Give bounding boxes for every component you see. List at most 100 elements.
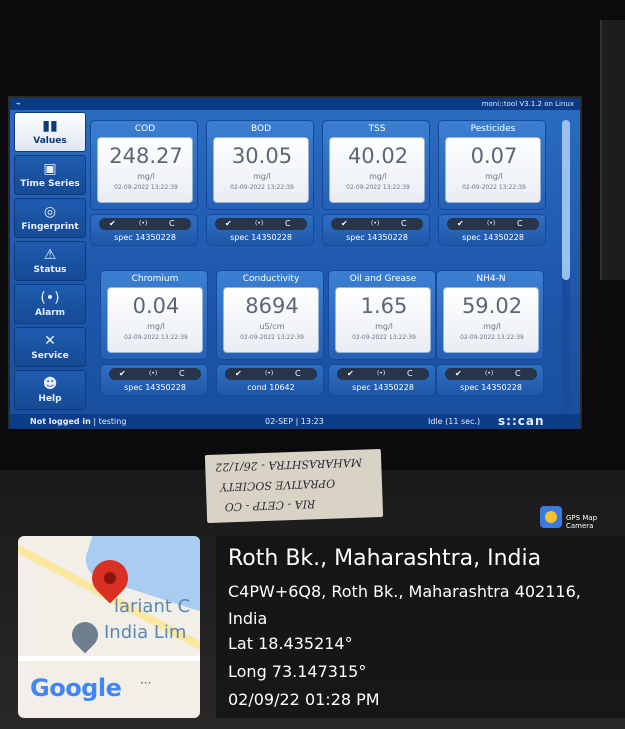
control-buttons: ✔ (•) C [331,218,423,230]
parameter-name: Pesticides [470,124,516,134]
signal-button[interactable]: (•) [377,368,385,380]
sensor-control-cod: ✔ (•) C spec 14350228 [90,214,198,246]
app-logo-icon: ⌁ [16,99,21,108]
calibrate-button[interactable]: C [515,368,521,380]
value-timestamp: 02-09-2022 13:22:39 [240,334,304,341]
confirm-button[interactable]: ✔ [109,218,116,230]
user-mode-text: | testing [93,417,127,426]
user-status-text: Not logged in [30,417,91,426]
place-name: Roth Bk., Maharashtra, India [228,546,542,571]
sensor-id: spec 14350228 [460,383,522,392]
value-unit: uS/cm [259,322,285,331]
calibrate-button[interactable]: C [179,368,185,380]
sensor-control-bod: ✔ (•) C spec 14350228 [206,214,314,246]
value-tile-tss[interactable]: TSS 40.02 mg/l 02-09-2022 13:22:39 [322,120,430,210]
value-unit: mg/l [147,322,165,331]
value-timestamp: 02-09-2022 13:22:39 [462,184,526,191]
confirm-button[interactable]: ✔ [341,218,348,230]
scrollbar-thumb[interactable] [562,120,570,280]
map-dots: ··· [140,676,152,690]
monitor-icon: ▣ [43,161,57,177]
map-label: lariant C [114,596,191,617]
parameter-name: Chromium [131,274,179,284]
sidebar-item-fingerprint[interactable]: ◎ Fingerprint [14,198,86,238]
confirm-button[interactable]: ✔ [347,368,354,380]
confirm-button[interactable]: ✔ [457,218,464,230]
value-tile-conductivity[interactable]: Conductivity 8694 uS/cm 02-09-2022 13:22… [216,270,324,360]
scrollbar[interactable] [562,120,570,410]
confirm-button[interactable]: ✔ [235,368,242,380]
value-tile-cod[interactable]: COD 248.27 mg/l 02-09-2022 13:22:39 [90,120,198,210]
window-title: moni::tool V3.1.2 on Linux [481,100,574,108]
measured-value: 30.05 [231,144,293,168]
value-unit: mg/l [137,172,155,181]
measured-value: 248.27 [109,144,183,168]
google-logo: Google [30,674,122,702]
calibrate-button[interactable]: C [401,218,407,230]
login-status[interactable]: Not logged in | testing [30,417,126,426]
sidebar-item-label: Values [33,136,67,146]
measured-value: 1.65 [360,294,408,318]
parameter-name: Conductivity [242,274,300,284]
signal-button[interactable]: (•) [265,368,273,380]
value-display: 0.04 mg/l 02-09-2022 13:22:39 [107,287,203,353]
parameter-name: NH4-N [476,274,506,284]
sidebar-item-label: Alarm [35,308,65,318]
value-display: 30.05 mg/l 02-09-2022 13:22:39 [213,137,309,203]
gps-overlay: lariant C India Lim Google ··· Roth Bk.,… [18,536,625,718]
parameter-name: Oil and Grease [349,274,417,284]
control-buttons: ✔ (•) C [337,368,429,380]
calibrate-button[interactable]: C [517,218,523,230]
sidebar-item-alarm[interactable]: (•) Alarm [14,284,86,324]
value-display: 8694 uS/cm 02-09-2022 13:22:39 [223,287,319,353]
parameter-name: BOD [250,124,272,134]
capture-datetime: 02/09/22 01:28 PM [228,690,380,709]
confirm-button[interactable]: ✔ [119,368,126,380]
sensor-control-oil-and-grease: ✔ (•) C spec 14350228 [328,364,436,396]
value-timestamp: 02-09-2022 13:22:39 [114,184,178,191]
sidebar-item-values[interactable]: ▮▮ Values [14,112,86,152]
bar-chart-icon: ▮▮ [42,118,58,134]
confirm-button[interactable]: ✔ [455,368,462,380]
signal-button[interactable]: (•) [149,368,157,380]
signal-button[interactable]: (•) [255,218,263,230]
signal-button[interactable]: (•) [139,218,147,230]
calibrate-button[interactable]: C [407,368,413,380]
value-tile-nh4-n[interactable]: NH4-N 59.02 mg/l 02-09-2022 13:22:39 [436,270,544,360]
calibrate-button[interactable]: C [169,218,175,230]
place-pin-icon [66,616,104,654]
sensor-control-chromium: ✔ (•) C spec 14350228 [100,364,208,396]
calibrate-button[interactable]: C [295,368,301,380]
value-display: 0.07 mg/l 02-09-2022 13:22:39 [445,137,541,203]
fingerprint-icon: ◎ [43,204,57,220]
sidebar-item-time-series[interactable]: ▣ Time Series [14,155,86,195]
sensor-id: spec 14350228 [114,233,176,242]
sidebar-item-help[interactable]: ☻ Help [14,370,86,410]
confirm-button[interactable]: ✔ [225,218,232,230]
handwritten-note: MAHARASHTRA - 26/1/22 OPRATIVE SOCIETY R… [204,448,384,524]
value-tile-pesticides[interactable]: Pesticides 0.07 mg/l 02-09-2022 13:22:39 [438,120,546,210]
signal-button[interactable]: (•) [485,368,493,380]
sensor-id: spec 14350228 [230,233,292,242]
status-bar: Not logged in | testing 02-SEP | 13:23 I… [10,414,580,429]
value-timestamp: 02-09-2022 13:22:39 [460,334,524,341]
note-line: MAHARASHTRA - 26/1/22 [215,455,363,474]
calibrate-button[interactable]: C [285,218,291,230]
gps-app-badge: GPS Map Camera [540,506,625,530]
sidebar-item-service[interactable]: ✕ Service [14,327,86,367]
value-tile-oil-and-grease[interactable]: Oil and Grease 1.65 mg/l 02-09-2022 13:2… [328,270,436,360]
value-timestamp: 02-09-2022 13:22:39 [352,334,416,341]
location-info: Roth Bk., Maharashtra, India C4PW+6Q8, R… [216,536,625,718]
value-unit: mg/l [253,172,271,181]
sidebar-item-status[interactable]: ⚠ Status [14,241,86,281]
value-tile-bod[interactable]: BOD 30.05 mg/l 02-09-2022 13:22:39 [206,120,314,210]
sidebar-item-label: Time Series [20,179,80,189]
window-titlebar: ⌁ moni::tool V3.1.2 on Linux [10,98,580,110]
signal-button[interactable]: (•) [487,218,495,230]
value-unit: mg/l [375,322,393,331]
control-buttons: ✔ (•) C [225,368,317,380]
photo-scene: ⌁ moni::tool V3.1.2 on Linux ▮▮ Values ▣… [0,0,625,729]
signal-button[interactable]: (•) [371,218,379,230]
value-unit: mg/l [369,172,387,181]
value-tile-chromium[interactable]: Chromium 0.04 mg/l 02-09-2022 13:22:39 [100,270,208,360]
